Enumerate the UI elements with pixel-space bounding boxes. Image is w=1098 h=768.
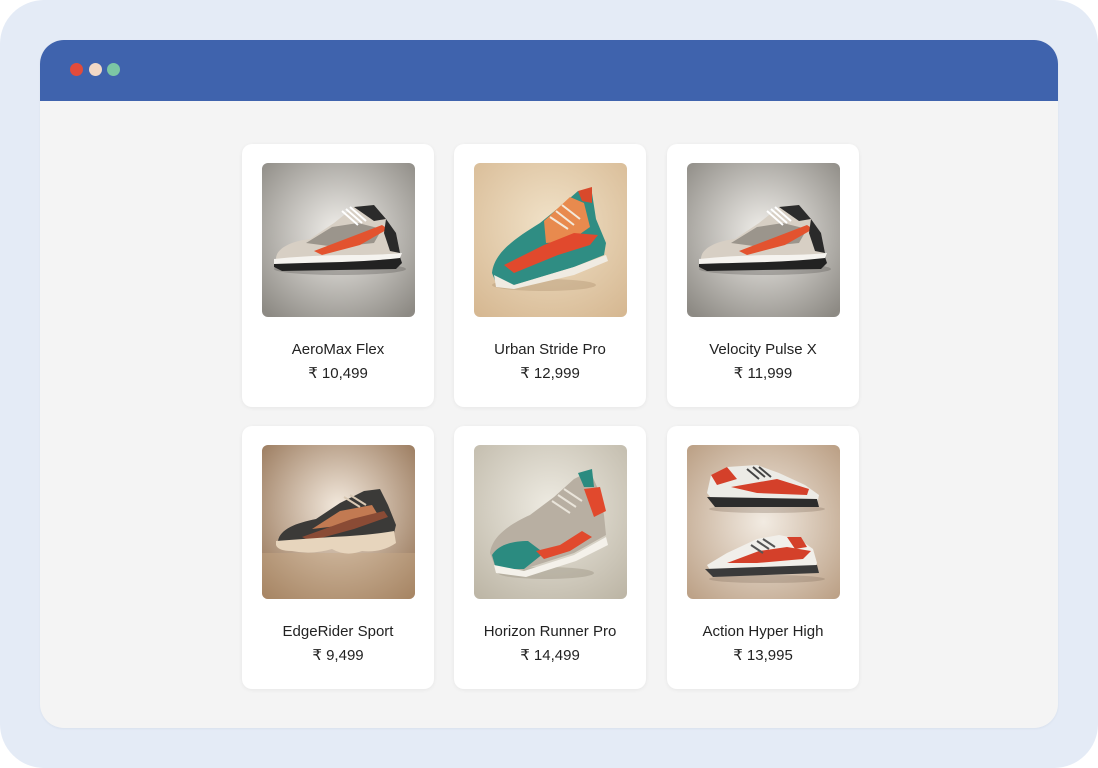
device-frame: AeroMax Flex ₹ 10,499 Urban Stride Pro ₹… — [0, 0, 1098, 768]
product-price: ₹ 14,499 — [520, 647, 580, 664]
sneaker-image[interactable] — [474, 445, 627, 599]
close-window-dot[interactable] — [70, 63, 83, 76]
product-card[interactable]: AeroMax Flex ₹ 10,499 — [242, 144, 434, 407]
product-card[interactable]: Action Hyper High ₹ 13,995 — [667, 426, 859, 689]
product-name[interactable]: Urban Stride Pro — [454, 341, 646, 358]
maximize-window-dot[interactable] — [107, 63, 120, 76]
product-price: ₹ 13,995 — [733, 647, 793, 664]
sneaker-image[interactable] — [262, 445, 415, 599]
sneaker-image[interactable] — [474, 163, 627, 317]
product-name[interactable]: Velocity Pulse X — [667, 341, 859, 358]
product-card[interactable]: Urban Stride Pro ₹ 12,999 — [454, 144, 646, 407]
product-price: ₹ 12,999 — [520, 365, 580, 382]
product-name[interactable]: AeroMax Flex — [242, 341, 434, 358]
product-name[interactable]: Horizon Runner Pro — [454, 623, 646, 640]
product-card[interactable]: Horizon Runner Pro ₹ 14,499 — [454, 426, 646, 689]
product-price: ₹ 10,499 — [308, 365, 368, 382]
sneaker-pair-image[interactable] — [687, 445, 840, 599]
window-titlebar — [40, 40, 1058, 101]
sneaker-image[interactable] — [262, 163, 415, 317]
minimize-window-dot[interactable] — [89, 63, 102, 76]
product-name[interactable]: Action Hyper High — [667, 623, 859, 640]
browser-window: AeroMax Flex ₹ 10,499 Urban Stride Pro ₹… — [40, 40, 1058, 728]
product-card[interactable]: EdgeRider Sport ₹ 9,499 — [242, 426, 434, 689]
product-price: ₹ 9,499 — [312, 647, 364, 664]
product-price: ₹ 11,999 — [733, 365, 793, 382]
product-card[interactable]: Velocity Pulse X ₹ 11,999 — [667, 144, 859, 407]
product-name[interactable]: EdgeRider Sport — [242, 623, 434, 640]
product-grid: AeroMax Flex ₹ 10,499 Urban Stride Pro ₹… — [242, 144, 862, 692]
sneaker-image[interactable] — [687, 163, 840, 317]
